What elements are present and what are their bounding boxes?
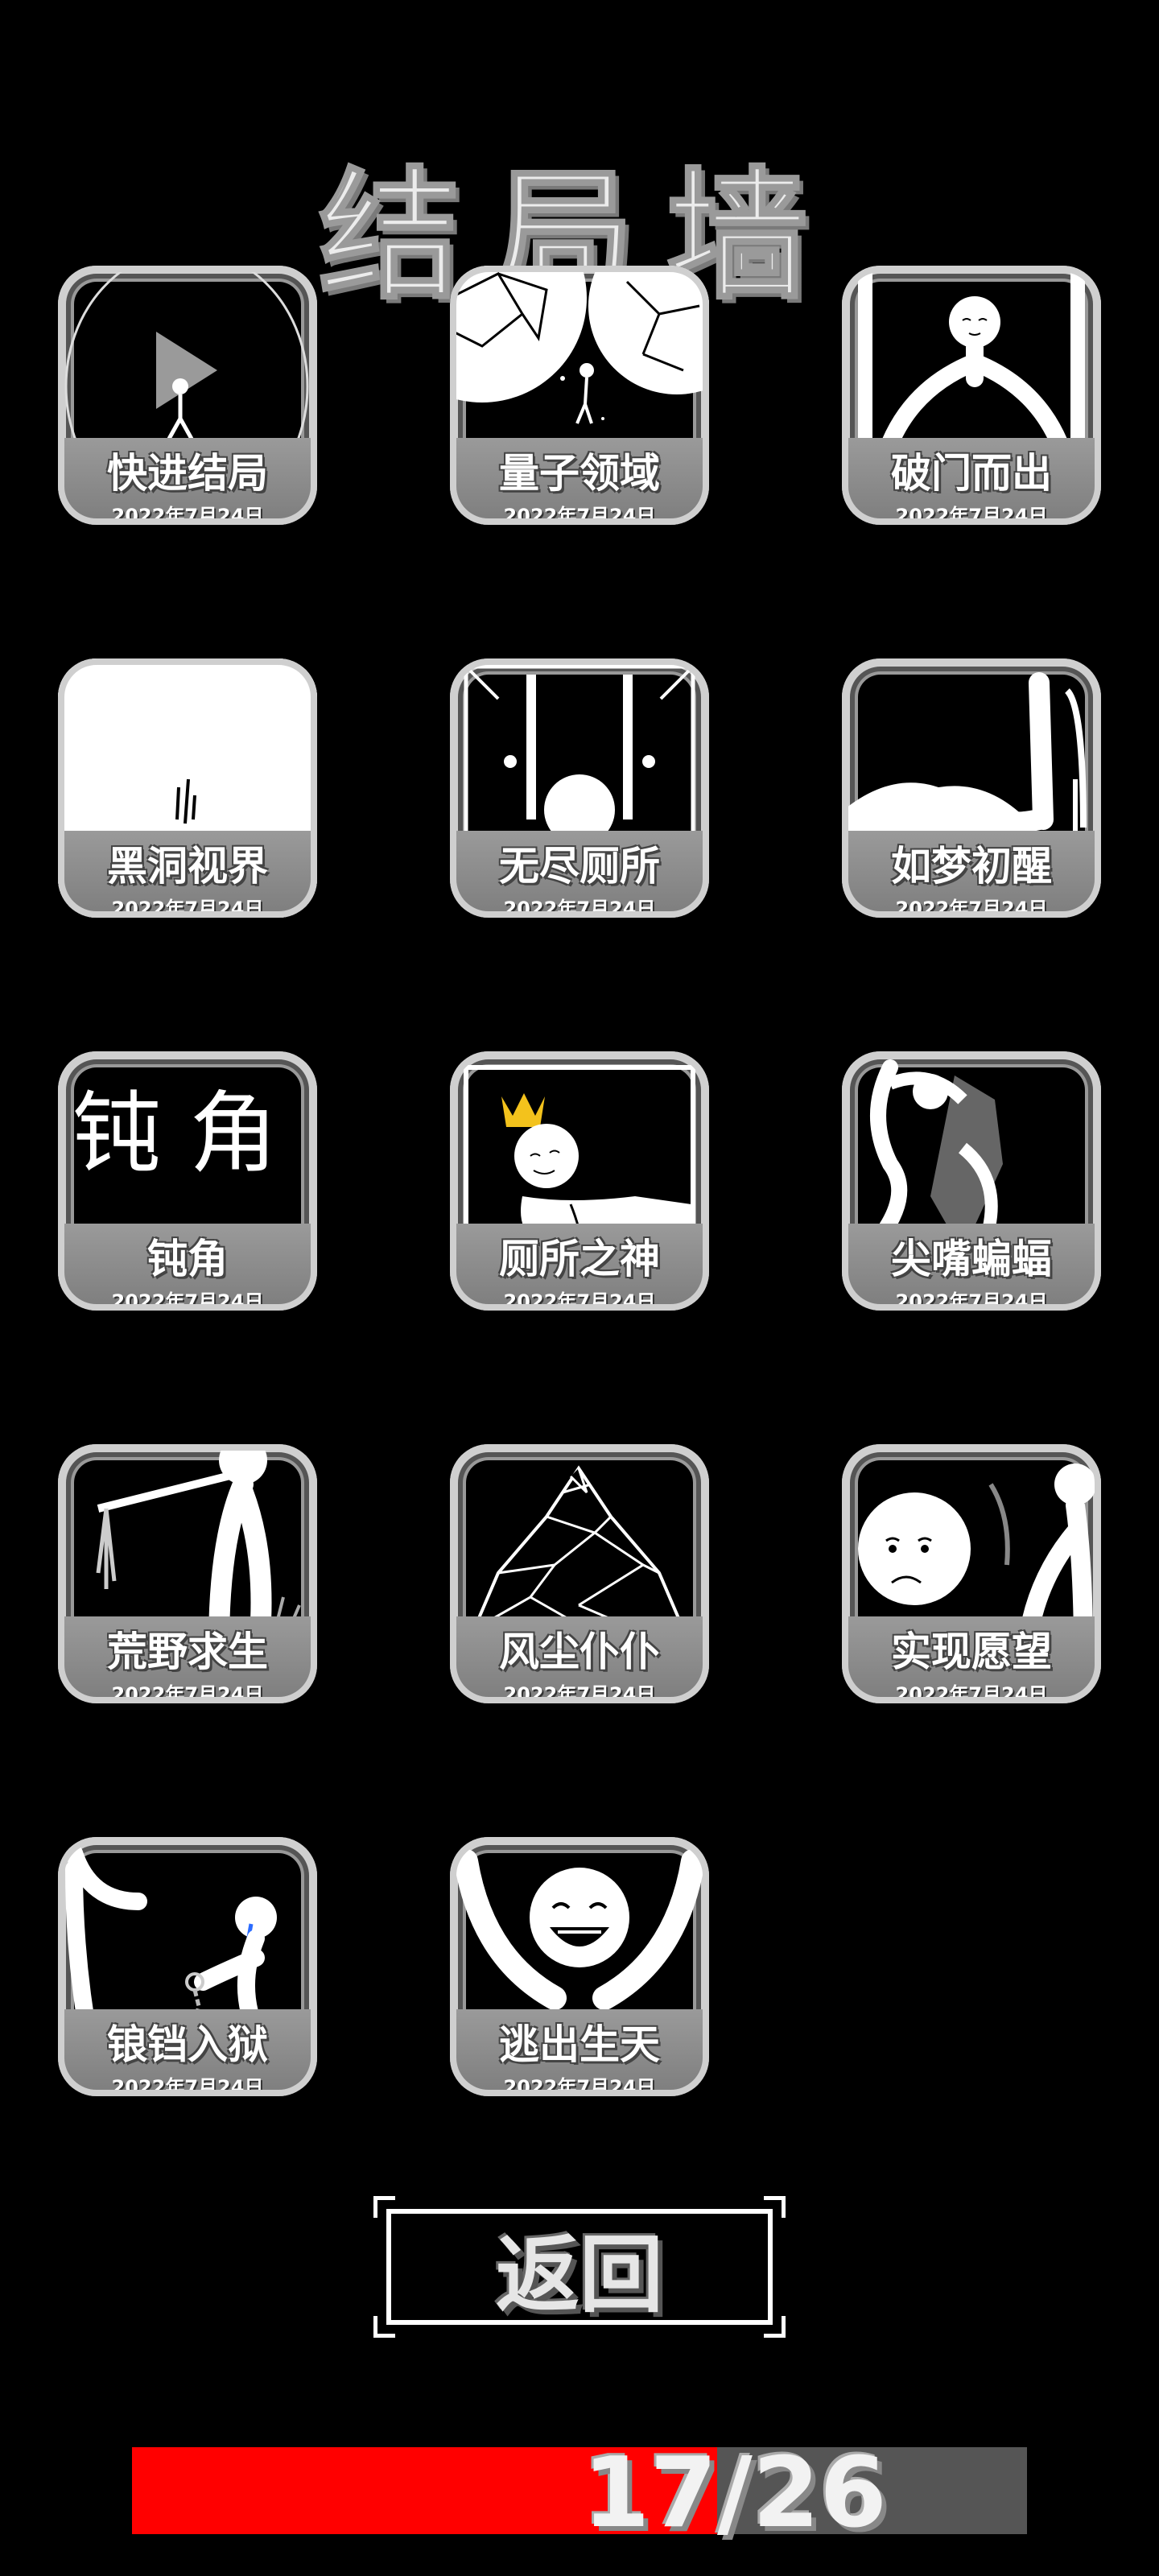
ending-date: 2022年7月24日 [503,1683,656,1703]
progress-label: 17/26 [583,2438,887,2549]
ending-card-jailed[interactable]: 锒铛入狱 2022年7月24日 [58,1837,317,2096]
ending-title: 如梦初醒 [891,843,1052,890]
ending-date: 2022年7月24日 [111,2076,264,2096]
endings-grid: 快进结局 2022年7月24日 量子领域 2022年7月24日 破门而出 202… [0,0,1159,2174]
ending-title: 量子领域 [499,450,660,497]
ending-card-beak-bat[interactable]: 尖嘴蝙蝠 2022年7月24日 [842,1051,1101,1311]
ending-date: 2022年7月24日 [503,505,656,525]
ending-date: 2022年7月24日 [111,1683,264,1703]
ending-title: 破门而出 [891,450,1052,497]
ending-card-black-hole[interactable]: 黑洞视界 2022年7月24日 [58,658,317,918]
ending-date: 2022年7月24日 [895,1683,1048,1703]
ending-date: 2022年7月24日 [895,1290,1048,1311]
ending-date: 2022年7月24日 [895,505,1048,525]
ending-card-weary-travel[interactable]: 风尘仆仆 2022年7月24日 [450,1444,709,1703]
ending-title: 荒野求生 [107,1629,268,1675]
back-button[interactable]: 返回 [386,2209,773,2325]
ending-title: 尖嘴蝙蝠 [891,1236,1052,1282]
ending-title: 钝角 [147,1236,228,1282]
ending-card-wilderness[interactable]: 荒野求生 2022年7月24日 [58,1444,317,1703]
ending-card-toilet-god[interactable]: 厕所之神 2022年7月24日 [450,1051,709,1311]
ending-date: 2022年7月24日 [503,1290,656,1311]
ending-date: 2022年7月24日 [503,898,656,918]
sketch-text: 钝 角 [72,1082,278,1185]
ending-title: 实现愿望 [891,1629,1052,1675]
ending-title: 风尘仆仆 [499,1629,660,1675]
ending-date: 2022年7月24日 [111,1290,264,1311]
ending-title: 快进结局 [107,450,268,497]
ending-card-endless-toilet[interactable]: 无尽厕所 2022年7月24日 [450,658,709,918]
ending-title: 锒铛入狱 [107,2021,268,2068]
ending-title: 逃出生天 [499,2021,660,2068]
ending-date: 2022年7月24日 [111,898,264,918]
ending-title: 无尽厕所 [499,843,660,890]
ending-card-break-door[interactable]: 破门而出 2022年7月24日 [842,266,1101,525]
ending-title: 黑洞视界 [107,843,268,890]
ending-date: 2022年7月24日 [503,2076,656,2096]
ending-card-wish-granted[interactable]: 实现愿望 2022年7月24日 [842,1444,1101,1703]
ending-title: 厕所之神 [499,1236,660,1282]
ending-card-quantum[interactable]: 量子领域 2022年7月24日 [450,266,709,525]
unlock-progress-bar: 17/26 [132,2438,1027,2549]
ending-card-wake-up[interactable]: 如梦初醒 2022年7月24日 [842,658,1101,918]
ending-card-obtuse-angle[interactable]: 钝 角 钝角 2022年7月24日 [58,1051,317,1311]
ending-card-escape[interactable]: 逃出生天 2022年7月24日 [450,1837,709,2096]
ending-date: 2022年7月24日 [895,898,1048,918]
ending-card-fast-forward[interactable]: 快进结局 2022年7月24日 [58,266,317,525]
back-button-frame: 返回 [373,2196,786,2338]
ending-date: 2022年7月24日 [111,505,264,525]
